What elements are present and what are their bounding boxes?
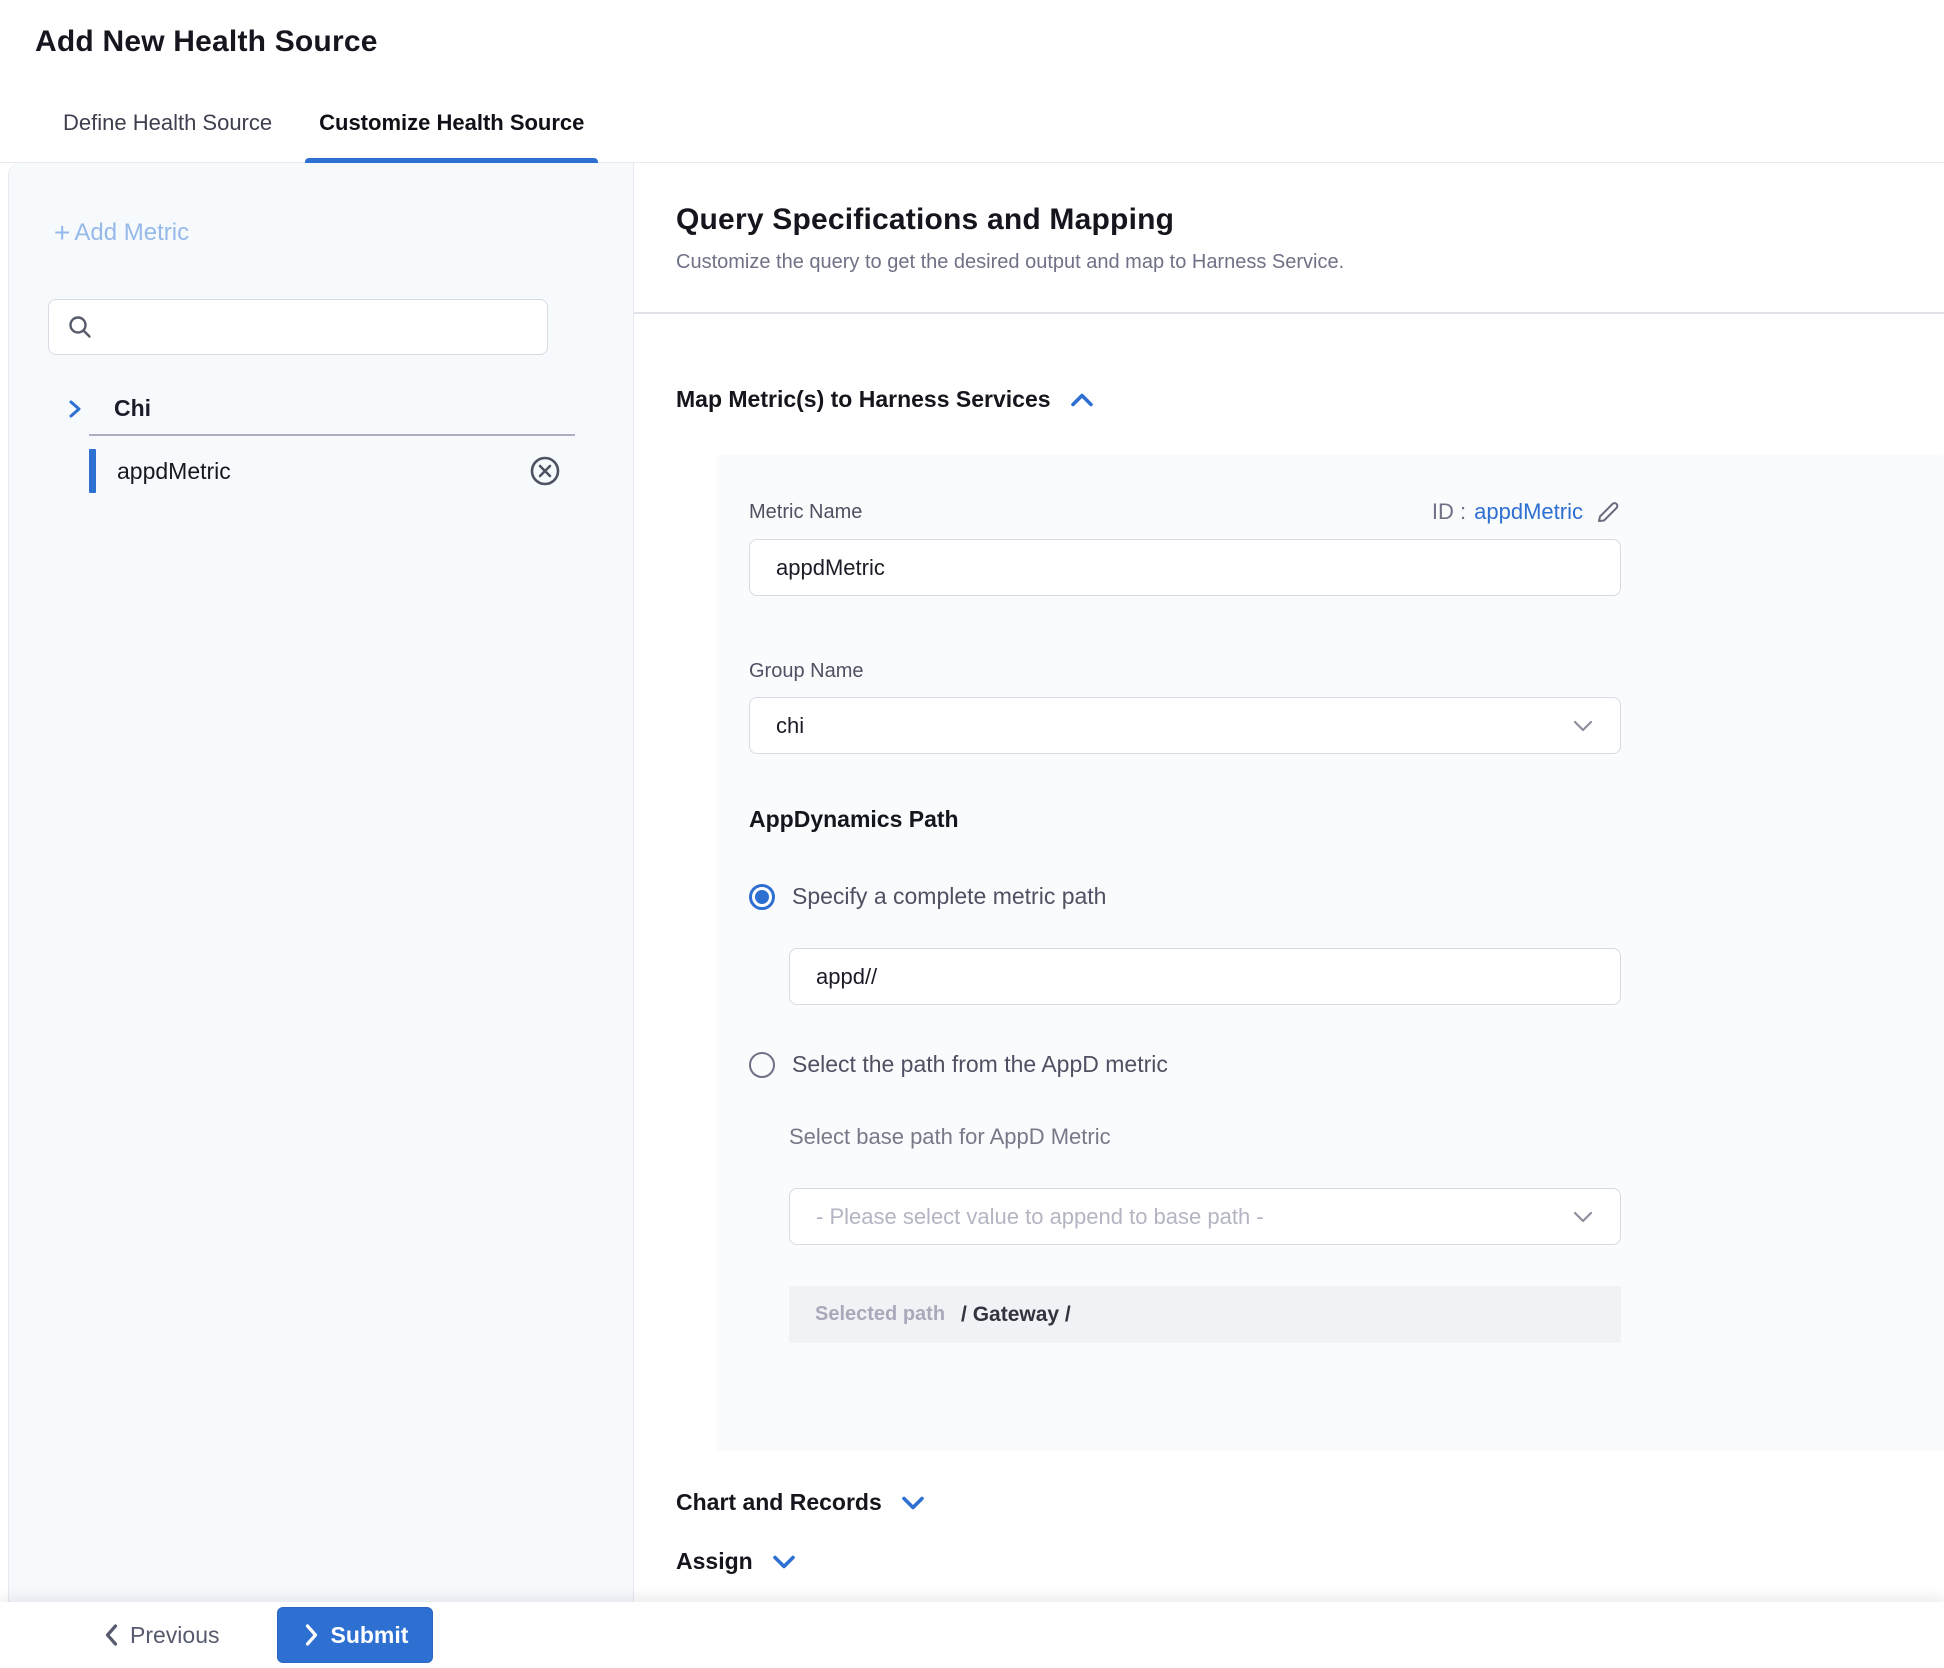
panel-heading: Query Specifications and Mapping: [676, 203, 1944, 237]
dialog-body: + Add Metric Chi appdMetric: [0, 163, 1944, 1602]
add-metric-label: Add Metric: [74, 219, 189, 247]
dialog-footer: Previous Submit: [0, 1602, 1944, 1668]
page-title: Add New Health Source: [35, 25, 378, 59]
group-divider: [89, 434, 575, 436]
search-icon: [67, 314, 93, 340]
chevron-right-icon: [302, 1622, 320, 1648]
metric-name-label: Metric Name: [749, 501, 862, 524]
tab-define-health-source[interactable]: Define Health Source: [49, 84, 286, 162]
metric-mapping-card: Metric Name ID : appdMetric Group Name: [716, 455, 1944, 1451]
selected-path-label: Selected path: [815, 1303, 945, 1326]
assign-title: Assign: [676, 1548, 753, 1575]
add-health-source-dialog: Add New Health Source Define Health Sour…: [0, 0, 1944, 1668]
base-path-select[interactable]: - Please select value to append to base …: [789, 1188, 1621, 1245]
group-name-select[interactable]: chi: [749, 697, 1621, 754]
previous-button-label: Previous: [130, 1622, 219, 1649]
edit-id-button[interactable]: [1595, 499, 1621, 525]
radio-unselected-icon[interactable]: [749, 1052, 775, 1078]
base-path-label: Select base path for AppD Metric: [789, 1124, 1944, 1150]
radio-complete-metric-path-label: Specify a complete metric path: [792, 883, 1106, 910]
chevron-left-icon: [102, 1622, 120, 1648]
id-prefix-label: ID :: [1432, 499, 1466, 525]
metric-id-link[interactable]: appdMetric: [1474, 499, 1583, 525]
metric-name-input[interactable]: [749, 539, 1621, 596]
chart-and-records-section-toggle[interactable]: Chart and Records: [676, 1489, 1944, 1516]
plus-icon: +: [54, 219, 70, 247]
metric-search-input[interactable]: [93, 300, 547, 354]
chart-and-records-title: Chart and Records: [676, 1489, 882, 1516]
map-metrics-section-toggle[interactable]: Map Metric(s) to Harness Services: [676, 386, 1944, 413]
metric-list-item[interactable]: appdMetric: [9, 442, 633, 500]
tab-bar: Define Health Source Customize Health So…: [0, 84, 1944, 163]
assign-section-toggle[interactable]: Assign: [676, 1548, 1944, 1575]
base-path-placeholder: - Please select value to append to base …: [816, 1204, 1264, 1230]
appdynamics-path-title: AppDynamics Path: [749, 806, 1944, 833]
query-specs-panel: Query Specifications and Mapping Customi…: [634, 163, 1944, 1602]
chevron-right-icon: [64, 398, 86, 420]
delete-circle-x-icon: [529, 455, 561, 487]
radio-select-path[interactable]: Select the path from the AppD metric: [749, 1051, 1944, 1078]
radio-complete-metric-path[interactable]: Specify a complete metric path: [749, 883, 1944, 910]
chevron-down-icon: [900, 1494, 926, 1512]
submit-button[interactable]: Submit: [277, 1607, 433, 1663]
chevron-down-icon: [1572, 719, 1594, 733]
metric-group-label: Chi: [114, 395, 151, 422]
panel-subheading: Customize the query to get the desired o…: [676, 251, 1944, 274]
chevron-up-icon: [1069, 391, 1095, 409]
selected-path-row: Selected path / Gateway /: [789, 1286, 1621, 1343]
chevron-down-icon: [1572, 1210, 1594, 1224]
metric-search-box: [48, 299, 548, 355]
selected-metric-bar: [89, 449, 96, 493]
tab-customize-health-source[interactable]: Customize Health Source: [305, 84, 598, 162]
previous-button[interactable]: Previous: [90, 1622, 231, 1649]
submit-button-label: Submit: [330, 1622, 408, 1649]
map-metrics-section-title: Map Metric(s) to Harness Services: [676, 386, 1051, 413]
radio-selected-icon[interactable]: [749, 884, 775, 910]
metric-id-row: ID : appdMetric: [1432, 499, 1621, 525]
pencil-edit-icon: [1595, 499, 1621, 525]
chevron-down-icon: [771, 1553, 797, 1571]
metrics-sidebar: + Add Metric Chi appdMetric: [8, 163, 634, 1602]
add-metric-button[interactable]: + Add Metric: [54, 219, 189, 247]
group-name-value: chi: [776, 713, 804, 739]
metric-group-row[interactable]: Chi: [64, 395, 633, 422]
selected-path-value: / Gateway /: [961, 1303, 1071, 1327]
metric-item-label: appdMetric: [117, 458, 231, 485]
heading-divider: [634, 312, 1944, 314]
radio-select-path-label: Select the path from the AppD metric: [792, 1051, 1168, 1078]
dialog-title-bar: Add New Health Source: [0, 0, 1944, 84]
metric-path-input[interactable]: [789, 948, 1621, 1005]
delete-metric-button[interactable]: [529, 455, 561, 487]
group-name-label: Group Name: [749, 660, 1944, 683]
